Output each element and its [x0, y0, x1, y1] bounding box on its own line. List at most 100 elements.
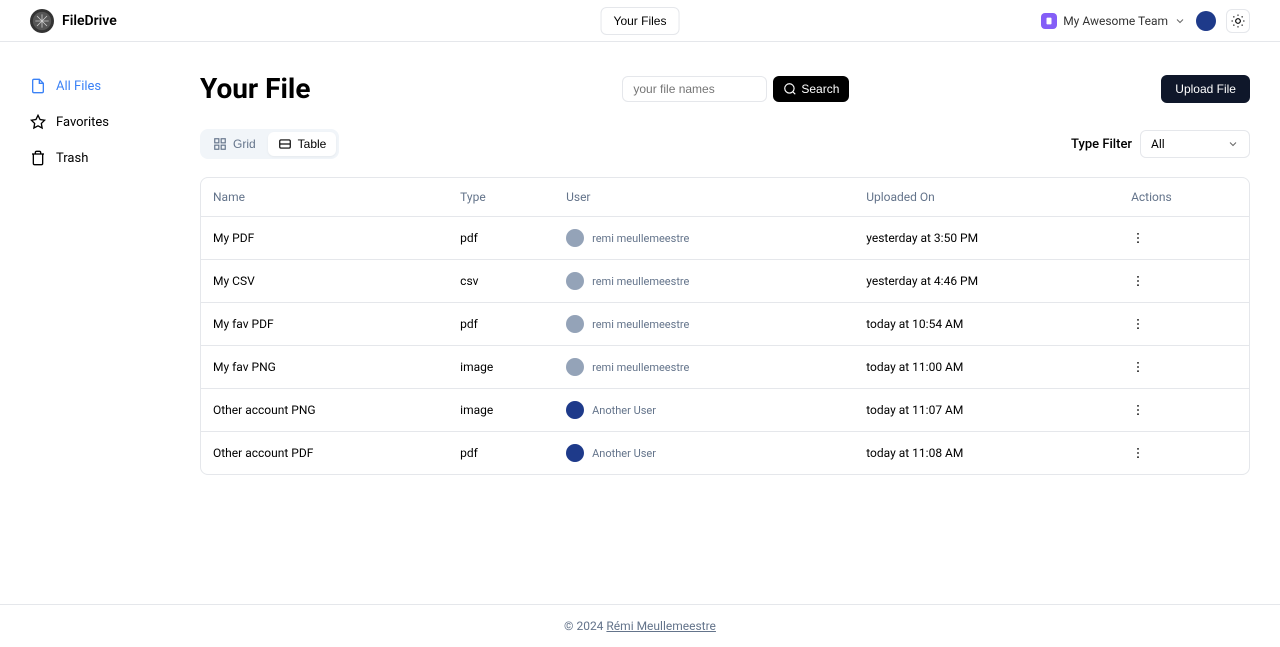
content-header: Your File Search Upload File: [200, 72, 1250, 105]
cell-type: pdf: [460, 231, 566, 245]
filter-group: Type Filter All: [1071, 130, 1250, 158]
table-row: My fav PNG image remi meullemeestre toda…: [201, 345, 1249, 388]
page-title: Your File: [200, 72, 310, 105]
sidebar-item-label: Trash: [56, 151, 88, 166]
search-button[interactable]: Search: [773, 76, 849, 102]
user-avatar-icon: [566, 272, 584, 290]
cell-name: My fav PDF: [213, 317, 460, 331]
user-name: Another User: [592, 447, 656, 460]
table-row: Other account PDF pdf Another User today…: [201, 431, 1249, 474]
user-avatar-icon: [566, 358, 584, 376]
table-row: Other account PNG image Another User tod…: [201, 388, 1249, 431]
cell-name: Other account PNG: [213, 403, 460, 417]
team-badge-icon: [1041, 13, 1057, 29]
row-actions-menu[interactable]: [1131, 317, 1145, 331]
header-left: FileDrive: [30, 9, 117, 33]
cell-user: remi meullemeestre: [566, 315, 866, 333]
header-right: My Awesome Team: [1041, 9, 1250, 33]
app-name: FileDrive: [62, 13, 117, 29]
more-vertical-icon: [1131, 231, 1145, 245]
cell-type: pdf: [460, 446, 566, 460]
user-avatar-icon: [566, 315, 584, 333]
footer: © 2024 Rémi Meullemeestre: [0, 604, 1280, 647]
search-input[interactable]: [622, 76, 767, 102]
search-icon: [783, 82, 797, 96]
cell-name: My CSV: [213, 274, 460, 288]
col-type: Type: [460, 190, 566, 204]
more-vertical-icon: [1131, 403, 1145, 417]
cell-user: Another User: [566, 444, 866, 462]
more-vertical-icon: [1131, 446, 1145, 460]
cell-actions: [1131, 360, 1237, 374]
sidebar-item-favorites[interactable]: Favorites: [30, 114, 160, 130]
header-center: Your Files: [601, 7, 680, 35]
col-actions: Actions: [1131, 190, 1237, 204]
cell-user: remi meullemeestre: [566, 229, 866, 247]
chevron-down-icon: [1227, 138, 1239, 150]
main-content: All Files Favorites Trash Your File Sear…: [0, 42, 1280, 604]
user-avatar-icon: [566, 401, 584, 419]
filter-label: Type Filter: [1071, 137, 1132, 152]
view-grid-button[interactable]: Grid: [203, 132, 266, 156]
footer-copyright: © 2024: [564, 619, 606, 633]
user-name: remi meullemeestre: [592, 318, 689, 331]
team-selector[interactable]: My Awesome Team: [1041, 13, 1186, 29]
cell-uploaded: today at 11:07 AM: [866, 403, 1131, 417]
user-name: remi meullemeestre: [592, 232, 689, 245]
cell-uploaded: today at 11:08 AM: [866, 446, 1131, 460]
cell-user: Another User: [566, 401, 866, 419]
table-row: My PDF pdf remi meullemeestre yesterday …: [201, 216, 1249, 259]
col-name[interactable]: Name: [213, 190, 460, 204]
search-group: Search: [622, 76, 849, 102]
type-filter-select[interactable]: All: [1140, 130, 1250, 158]
cell-uploaded: today at 10:54 AM: [866, 317, 1131, 331]
file-icon: [30, 78, 46, 94]
more-vertical-icon: [1131, 360, 1145, 374]
upload-file-button[interactable]: Upload File: [1161, 75, 1250, 103]
cell-uploaded: today at 11:00 AM: [866, 360, 1131, 374]
filter-selected: All: [1151, 137, 1165, 151]
table-icon: [278, 137, 292, 151]
cell-uploaded: yesterday at 4:46 PM: [866, 274, 1131, 288]
footer-author-link[interactable]: Rémi Meullemeestre: [606, 619, 716, 633]
cell-user: remi meullemeestre: [566, 272, 866, 290]
chevron-down-icon: [1174, 15, 1186, 27]
theme-toggle[interactable]: [1226, 9, 1250, 33]
user-name: remi meullemeestre: [592, 275, 689, 288]
cell-actions: [1131, 403, 1237, 417]
more-vertical-icon: [1131, 274, 1145, 288]
row-actions-menu[interactable]: [1131, 360, 1145, 374]
content-area: Your File Search Upload File Grid Table: [200, 72, 1250, 604]
cell-name: Other account PDF: [213, 446, 460, 460]
app-header: FileDrive Your Files My Awesome Team: [0, 0, 1280, 42]
sidebar-item-trash[interactable]: Trash: [30, 150, 160, 166]
cell-name: My PDF: [213, 231, 460, 245]
cell-user: remi meullemeestre: [566, 358, 866, 376]
table-row: My fav PDF pdf remi meullemeestre today …: [201, 302, 1249, 345]
user-name: remi meullemeestre: [592, 361, 689, 374]
your-files-link[interactable]: Your Files: [601, 7, 680, 35]
app-logo: [30, 9, 54, 33]
row-actions-menu[interactable]: [1131, 403, 1145, 417]
cell-type: image: [460, 403, 566, 417]
cell-type: image: [460, 360, 566, 374]
view-table-button[interactable]: Table: [268, 132, 337, 156]
col-user: User: [566, 190, 866, 204]
user-name: Another User: [592, 404, 656, 417]
user-avatar-icon: [566, 229, 584, 247]
row-actions-menu[interactable]: [1131, 274, 1145, 288]
row-actions-menu[interactable]: [1131, 231, 1145, 245]
table-header: Name Type User Uploaded On Actions: [201, 178, 1249, 216]
sun-icon: [1231, 14, 1245, 28]
files-table: Name Type User Uploaded On Actions My PD…: [200, 177, 1250, 475]
col-uploaded: Uploaded On: [866, 190, 1131, 204]
more-vertical-icon: [1131, 317, 1145, 331]
sidebar-item-label: Favorites: [56, 115, 109, 130]
view-toggle: Grid Table: [200, 129, 339, 159]
user-avatar[interactable]: [1196, 11, 1216, 31]
row-actions-menu[interactable]: [1131, 446, 1145, 460]
sidebar: All Files Favorites Trash: [30, 72, 160, 604]
cell-actions: [1131, 446, 1237, 460]
grid-icon: [213, 137, 227, 151]
sidebar-item-all-files[interactable]: All Files: [30, 78, 160, 94]
